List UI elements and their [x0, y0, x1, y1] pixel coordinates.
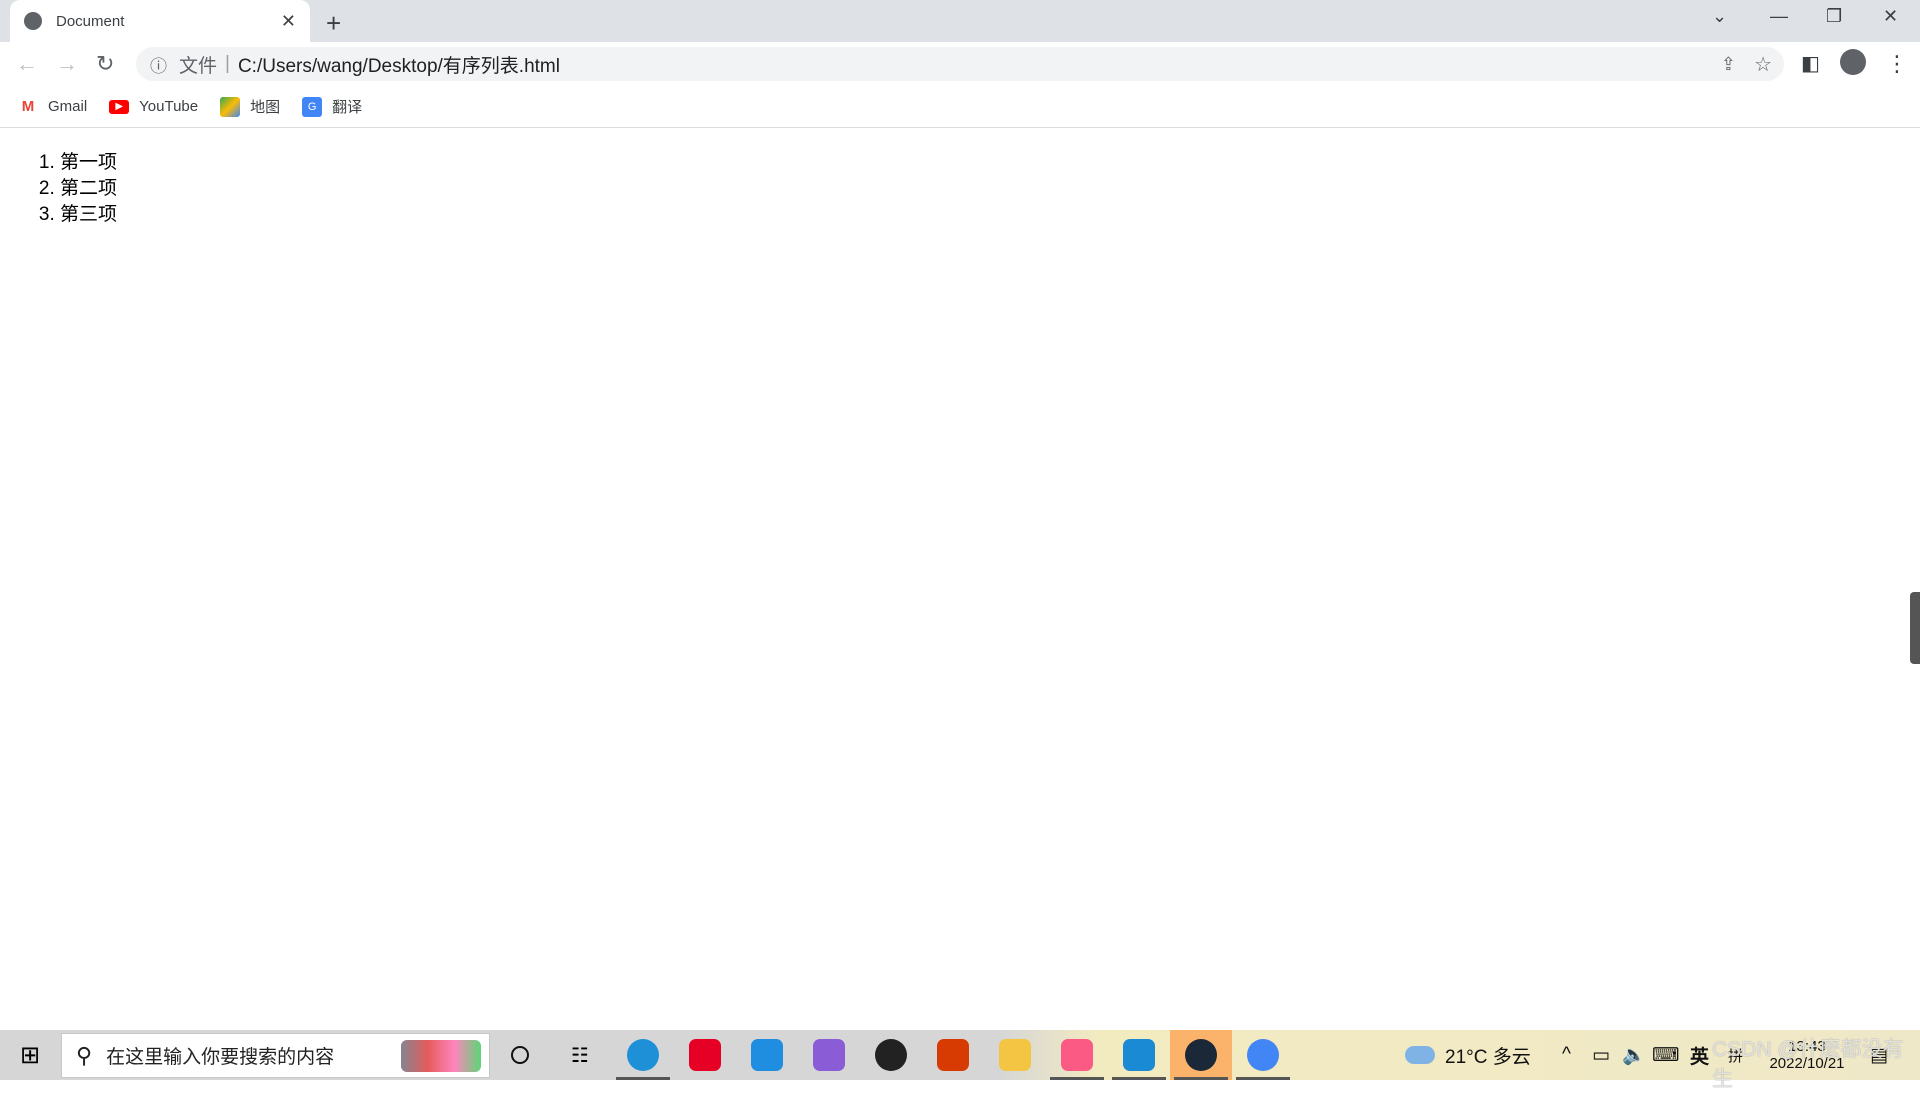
restore-button[interactable]: ❐: [1826, 6, 1842, 27]
translate-icon: G: [302, 96, 323, 117]
share-icon[interactable]: ⇪: [1721, 54, 1736, 75]
netease-music-icon: [689, 1039, 721, 1071]
taskbar-app-office[interactable]: [922, 1030, 984, 1080]
taskbar-app-chrome[interactable]: [1232, 1030, 1294, 1080]
close-tab-icon[interactable]: ✕: [281, 11, 296, 32]
volume-icon[interactable]: 🔈: [1622, 1030, 1646, 1080]
reload-button[interactable]: ↻: [96, 51, 114, 77]
office-icon: [937, 1039, 969, 1071]
cloud-icon: [1405, 1046, 1435, 1064]
taskbar-app-edge[interactable]: [612, 1030, 674, 1080]
tab-title: Document: [56, 12, 125, 30]
bookmark-label: YouTube: [139, 98, 199, 115]
taskbar-search[interactable]: ⚲ 在这里输入你要搜索的内容: [61, 1033, 490, 1078]
globe-icon: [24, 12, 42, 30]
tab-strip: Document ✕ + ⌄ — ❐ ✕: [0, 0, 1920, 42]
taskbar-app-visual-studio[interactable]: [798, 1030, 860, 1080]
profile-avatar[interactable]: [1840, 49, 1866, 75]
address-label: 文件: [179, 55, 218, 77]
mail-icon: [751, 1039, 783, 1071]
bookmark-star-icon[interactable]: ☆: [1754, 52, 1772, 77]
watermark: CSDN @什麽都没有生: [1712, 1038, 1904, 1091]
bookmark-maps[interactable]: 地图: [220, 96, 280, 117]
search-highlight-image: [401, 1040, 481, 1072]
browser-toolbar: ← → ↻ ⓘ 文件 | C:/Users/wang/Desktop/有序列表.…: [0, 42, 1920, 86]
taskbar-app-steam[interactable]: [1170, 1030, 1232, 1080]
address-bar[interactable]: ⓘ 文件 | C:/Users/wang/Desktop/有序列表.html ⇪…: [136, 47, 1784, 81]
side-handle[interactable]: [1910, 592, 1920, 664]
taskbar-app-bilibili[interactable]: [1046, 1030, 1108, 1080]
ordered-list: 第一项 第二项 第三项: [38, 150, 117, 228]
new-tab-button[interactable]: +: [326, 8, 341, 39]
minimize-button[interactable]: —: [1770, 6, 1788, 27]
visual-studio-icon: [813, 1039, 845, 1071]
network-icon[interactable]: ▭: [1592, 1030, 1610, 1080]
bookmark-label: 地图: [250, 99, 281, 116]
bookmarks-bar: M Gmail ▶ YouTube 地图 G 翻译: [0, 86, 1920, 128]
search-icon: ⚲: [76, 1042, 93, 1068]
list-item: 第三项: [60, 202, 117, 228]
url-text[interactable]: C:/Users/wang/Desktop/有序列表.html: [238, 51, 560, 78]
tab-document[interactable]: Document ✕: [10, 0, 310, 42]
taskbar-app-netease-music[interactable]: [674, 1030, 736, 1080]
chrome-icon: [1247, 1039, 1279, 1071]
keyboard-icon[interactable]: ⌨: [1652, 1030, 1679, 1080]
list-item: 第二项: [60, 176, 117, 202]
youtube-icon: ▶: [109, 99, 130, 114]
cortana-button[interactable]: [489, 1030, 551, 1080]
edge-icon: [627, 1039, 659, 1071]
taskbar-app-dell[interactable]: [860, 1030, 922, 1080]
search-placeholder: 在这里输入你要搜索的内容: [106, 1047, 335, 1068]
bookmark-label: 翻译: [332, 99, 363, 116]
file-explorer-icon: [999, 1039, 1031, 1071]
vscode-icon: [1123, 1039, 1155, 1071]
weather-text: 21°C 多云: [1445, 1046, 1531, 1068]
back-button[interactable]: ←: [16, 51, 38, 77]
bookmark-label: Gmail: [48, 98, 88, 115]
task-view-button[interactable]: ☷: [549, 1030, 611, 1080]
list-item: 第一项: [60, 150, 117, 176]
taskbar-app-vscode[interactable]: [1108, 1030, 1170, 1080]
bilibili-icon: [1061, 1039, 1093, 1071]
taskbar-app-mail[interactable]: [736, 1030, 798, 1080]
bookmark-translate[interactable]: G 翻译: [302, 96, 362, 117]
close-window-button[interactable]: ✕: [1883, 6, 1898, 27]
cortana-icon: [511, 1046, 529, 1064]
side-panel-icon[interactable]: ◧: [1801, 51, 1820, 76]
info-icon[interactable]: ⓘ: [150, 52, 167, 77]
separator: |: [225, 53, 230, 74]
tab-search-chevron-icon[interactable]: ⌄: [1712, 6, 1727, 27]
bookmark-gmail[interactable]: M Gmail: [18, 97, 87, 117]
menu-icon[interactable]: ⋮: [1886, 51, 1908, 77]
show-hidden-icons[interactable]: ^: [1562, 1030, 1571, 1080]
weather-widget[interactable]: 21°C 多云: [1405, 1030, 1531, 1080]
maps-icon: [220, 96, 241, 117]
dell-icon: [875, 1039, 907, 1071]
ime-language[interactable]: 英: [1690, 1030, 1709, 1080]
gmail-icon: M: [21, 98, 35, 115]
task-view-icon: ☷: [571, 1044, 589, 1067]
forward-button[interactable]: →: [56, 51, 78, 77]
windows-icon: ⊞: [19, 1041, 41, 1069]
start-button[interactable]: ⊞: [0, 1030, 60, 1080]
bookmark-youtube[interactable]: ▶ YouTube: [109, 98, 198, 115]
taskbar-app-file-explorer[interactable]: [984, 1030, 1046, 1080]
steam-icon: [1185, 1039, 1217, 1071]
taskbar: ⊞ ⚲ 在这里输入你要搜索的内容 ☷ 21°C 多云 ^ ▭ 🔈 ⌨ 英 拼 1…: [0, 1030, 1920, 1091]
